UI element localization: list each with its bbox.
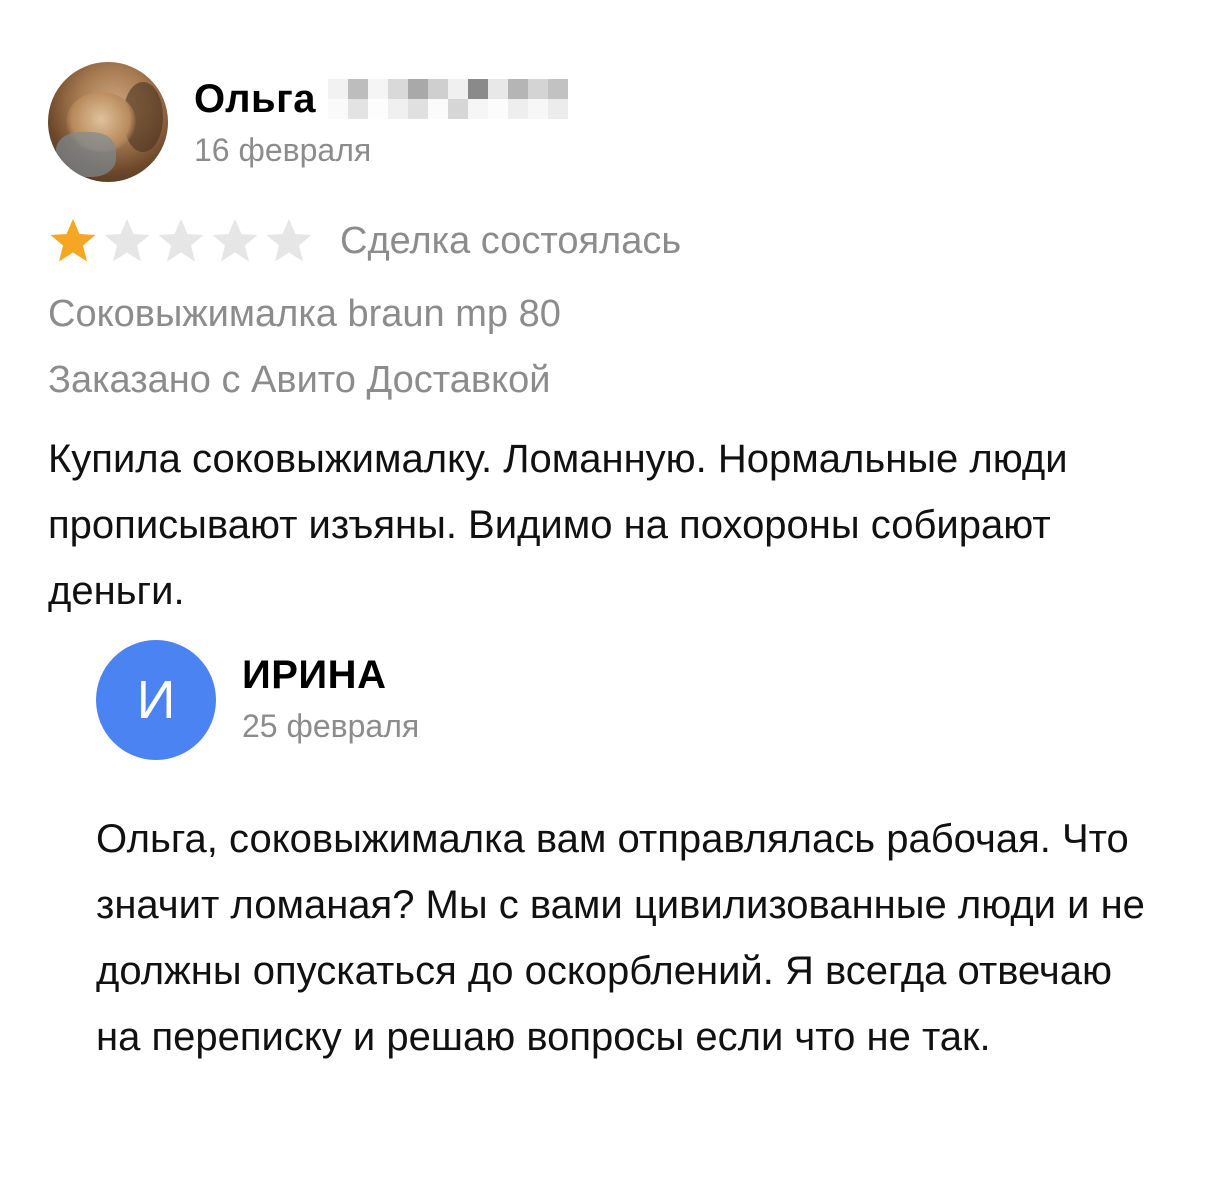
reply-header: И ИРИНА 25 февраля bbox=[96, 640, 1176, 760]
product-name[interactable]: Соковыжималка braun mp 80 bbox=[48, 288, 1188, 340]
deal-status: Сделка состоялась bbox=[340, 219, 682, 262]
review-header: Ольга 16 февраля bbox=[48, 62, 1188, 182]
reply-avatar: И bbox=[96, 640, 216, 760]
star-rating bbox=[48, 216, 314, 266]
author-name[interactable]: Ольга bbox=[194, 77, 316, 122]
reply-date: 25 февраля bbox=[242, 708, 420, 744]
reply-text: Ольга, соковыжималка вам отправлялась ра… bbox=[96, 817, 1145, 1059]
author-block: Ольга 16 февраля bbox=[194, 76, 568, 169]
delivery-info: Заказано с Авито Доставкой bbox=[48, 359, 551, 401]
reply-author-block: ИРИНА 25 февраля bbox=[242, 652, 419, 745]
blurred-surname bbox=[328, 79, 568, 119]
review-date: 16 февраля bbox=[194, 132, 372, 168]
reply-author-name: ИРИНА bbox=[242, 653, 387, 697]
rating-row: Сделка состоялась bbox=[48, 216, 1188, 266]
author-row: Ольга bbox=[194, 76, 568, 122]
review-card: Ольга 16 февраля Сделка состоялась Соков… bbox=[48, 62, 1188, 624]
star-empty-icon bbox=[266, 219, 312, 262]
star-empty-icon bbox=[212, 219, 258, 262]
review-text: Купила соковыжималку. Ломанную. Нормальн… bbox=[48, 437, 1068, 613]
star-empty-icon bbox=[158, 219, 204, 262]
star-empty-icon bbox=[104, 219, 150, 262]
star-filled-icon bbox=[50, 219, 96, 262]
seller-reply: И ИРИНА 25 февраля Ольга, соковыжималка … bbox=[96, 640, 1176, 1070]
avatar[interactable] bbox=[48, 62, 168, 182]
